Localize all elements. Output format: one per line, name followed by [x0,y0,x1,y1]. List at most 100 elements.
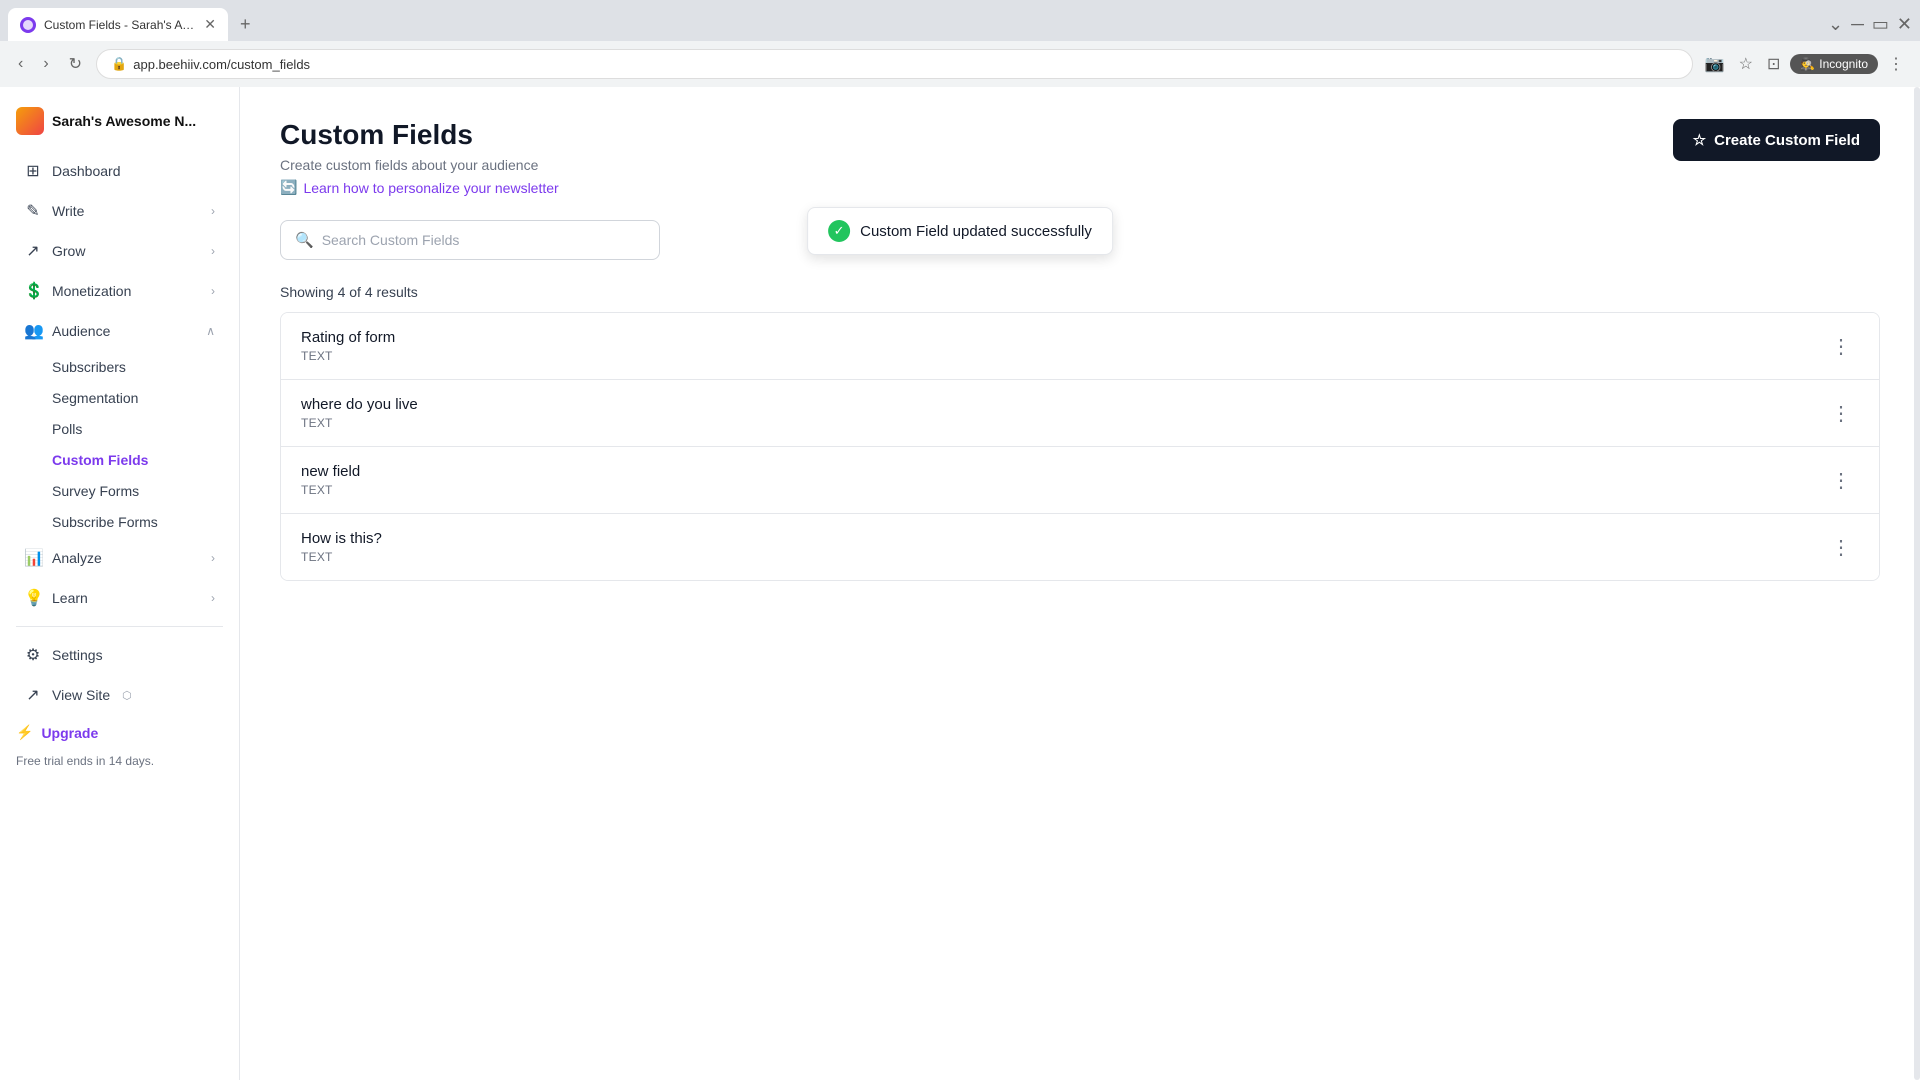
url-display: app.beehiiv.com/custom_fields [133,57,310,72]
field-type: TEXT [301,550,382,564]
sidebar-item-analyze[interactable]: 📊 Analyze › [8,539,231,577]
write-chevron: › [211,204,215,218]
sidebar-item-subscribe-forms[interactable]: Subscribe Forms [52,507,231,537]
monetization-icon: 💲 [24,281,42,301]
sidebar-item-grow[interactable]: ↗ Grow › [8,232,231,270]
sidebar-item-monetization[interactable]: 💲 Monetization › [8,272,231,310]
sidebar-label-custom-fields: Custom Fields [52,452,148,468]
learn-icon: 💡 [24,588,42,608]
sidebar-label-view-site: View Site [52,687,110,703]
audience-icon: 👥 [24,321,42,341]
sidebar-item-dashboard[interactable]: ⊞ Dashboard [8,152,231,190]
sidebar-label-upgrade: Upgrade [41,725,98,741]
sidebar-label-learn: Learn [52,590,88,606]
sidebar-label-audience: Audience [52,323,110,339]
field-item: How is this? TEXT ⋮ [281,514,1879,580]
minimize-button[interactable]: ─ [1851,14,1864,35]
camera-button[interactable]: 📷 [1701,50,1729,78]
learn-chevron: › [211,591,215,605]
profile-button[interactable]: ⊡ [1763,50,1784,78]
grow-icon: ↗ [24,241,42,261]
workspace-name: Sarah's Awesome N... [52,113,196,129]
workspace-header[interactable]: Sarah's Awesome N... [0,99,239,151]
field-item: where do you live TEXT ⋮ [281,380,1879,447]
search-icon: 🔍 [295,231,314,249]
address-bar[interactable]: 🔒 app.beehiiv.com/custom_fields [96,49,1693,79]
sidebar-item-subscribers[interactable]: Subscribers [52,352,231,382]
field-name: Rating of form [301,329,395,346]
field-menu-button[interactable]: ⋮ [1823,464,1859,497]
sidebar-label-grow: Grow [52,243,85,259]
create-custom-field-button[interactable]: ☆ Create Custom Field [1673,119,1880,161]
tab-favicon [20,17,36,33]
sidebar-label-segmentation: Segmentation [52,390,138,406]
field-info: How is this? TEXT [301,530,382,564]
close-window-button[interactable]: ✕ [1897,14,1912,35]
sidebar-item-custom-fields[interactable]: Custom Fields [52,445,231,475]
sidebar-item-upgrade[interactable]: ⚡ Upgrade [0,715,239,750]
view-site-icon: ↗ [24,685,42,705]
tab-close-button[interactable]: ✕ [204,16,216,33]
scrollbar[interactable] [1914,87,1920,1080]
tab-title: Custom Fields - Sarah's Aweso... [44,18,196,32]
sidebar-item-settings[interactable]: ⚙ Settings [8,636,231,674]
search-bar[interactable]: 🔍 [280,220,660,260]
success-toast: ✓ Custom Field updated successfully [807,207,1113,255]
field-name: How is this? [301,530,382,547]
analyze-chevron: › [211,551,215,565]
field-item: Rating of form TEXT ⋮ [281,313,1879,380]
learn-link-icon: 🔄 [280,179,297,196]
audience-submenu: Subscribers Segmentation Polls Custom Fi… [0,351,239,538]
star-icon: ☆ [1693,131,1706,149]
tab-list-button[interactable]: ⌄ [1828,14,1843,35]
field-type: TEXT [301,349,395,363]
page-title-area: Custom Fields Create custom fields about… [280,119,1673,196]
field-menu-button[interactable]: ⋮ [1823,330,1859,363]
back-button[interactable]: ‹ [12,51,29,77]
page-title: Custom Fields [280,119,1673,151]
field-list: Rating of form TEXT ⋮ where do you live … [280,312,1880,581]
sidebar-item-survey-forms[interactable]: Survey Forms [52,476,231,506]
page-subtitle: Create custom fields about your audience [280,157,1673,173]
incognito-label: Incognito [1819,57,1868,71]
search-input[interactable] [322,232,645,248]
tab-bar: Custom Fields - Sarah's Aweso... ✕ + ⌄ ─… [0,0,1920,41]
menu-button[interactable]: ⋮ [1884,50,1908,78]
toast-message: Custom Field updated successfully [860,223,1092,240]
free-trial-notice: Free trial ends in 14 days. [0,750,239,780]
sidebar-label-monetization: Monetization [52,283,131,299]
sidebar-item-write[interactable]: ✎ Write › [8,192,231,230]
active-tab[interactable]: Custom Fields - Sarah's Aweso... ✕ [8,8,228,41]
sidebar-item-segmentation[interactable]: Segmentation [52,383,231,413]
sidebar-item-learn[interactable]: 💡 Learn › [8,579,231,617]
main-content: ✓ Custom Field updated successfully Cust… [240,87,1920,1080]
field-menu-button[interactable]: ⋮ [1823,531,1859,564]
new-tab-button[interactable]: + [232,10,259,39]
sidebar: Sarah's Awesome N... ⊞ Dashboard ✎ Write… [0,87,240,1080]
sidebar-item-polls[interactable]: Polls [52,414,231,444]
sidebar-item-view-site[interactable]: ↗ View Site ⬡ [8,676,231,714]
field-info: new field TEXT [301,463,360,497]
learn-link-text: Learn how to personalize your newsletter [303,180,558,196]
settings-icon: ⚙ [24,645,42,665]
field-menu-button[interactable]: ⋮ [1823,397,1859,430]
bookmark-button[interactable]: ☆ [1735,50,1757,78]
create-button-label: Create Custom Field [1714,132,1860,149]
sidebar-label-polls: Polls [52,421,82,437]
refresh-button[interactable]: ↻ [63,50,88,78]
field-type: TEXT [301,416,418,430]
forward-button[interactable]: › [37,51,54,77]
dashboard-icon: ⊞ [24,161,42,181]
maximize-button[interactable]: ▭ [1872,14,1889,35]
sidebar-label-subscribers: Subscribers [52,359,126,375]
nav-bar: ‹ › ↻ 🔒 app.beehiiv.com/custom_fields 📷 … [0,41,1920,87]
sidebar-divider [16,626,223,627]
sidebar-label-survey-forms: Survey Forms [52,483,139,499]
workspace-avatar [16,107,44,135]
write-icon: ✎ [24,201,42,221]
page-header: Custom Fields Create custom fields about… [280,119,1880,196]
audience-chevron: ∧ [206,324,215,338]
grow-chevron: › [211,244,215,258]
learn-link[interactable]: 🔄 Learn how to personalize your newslett… [280,179,1673,196]
sidebar-item-audience[interactable]: 👥 Audience ∧ [8,312,231,350]
